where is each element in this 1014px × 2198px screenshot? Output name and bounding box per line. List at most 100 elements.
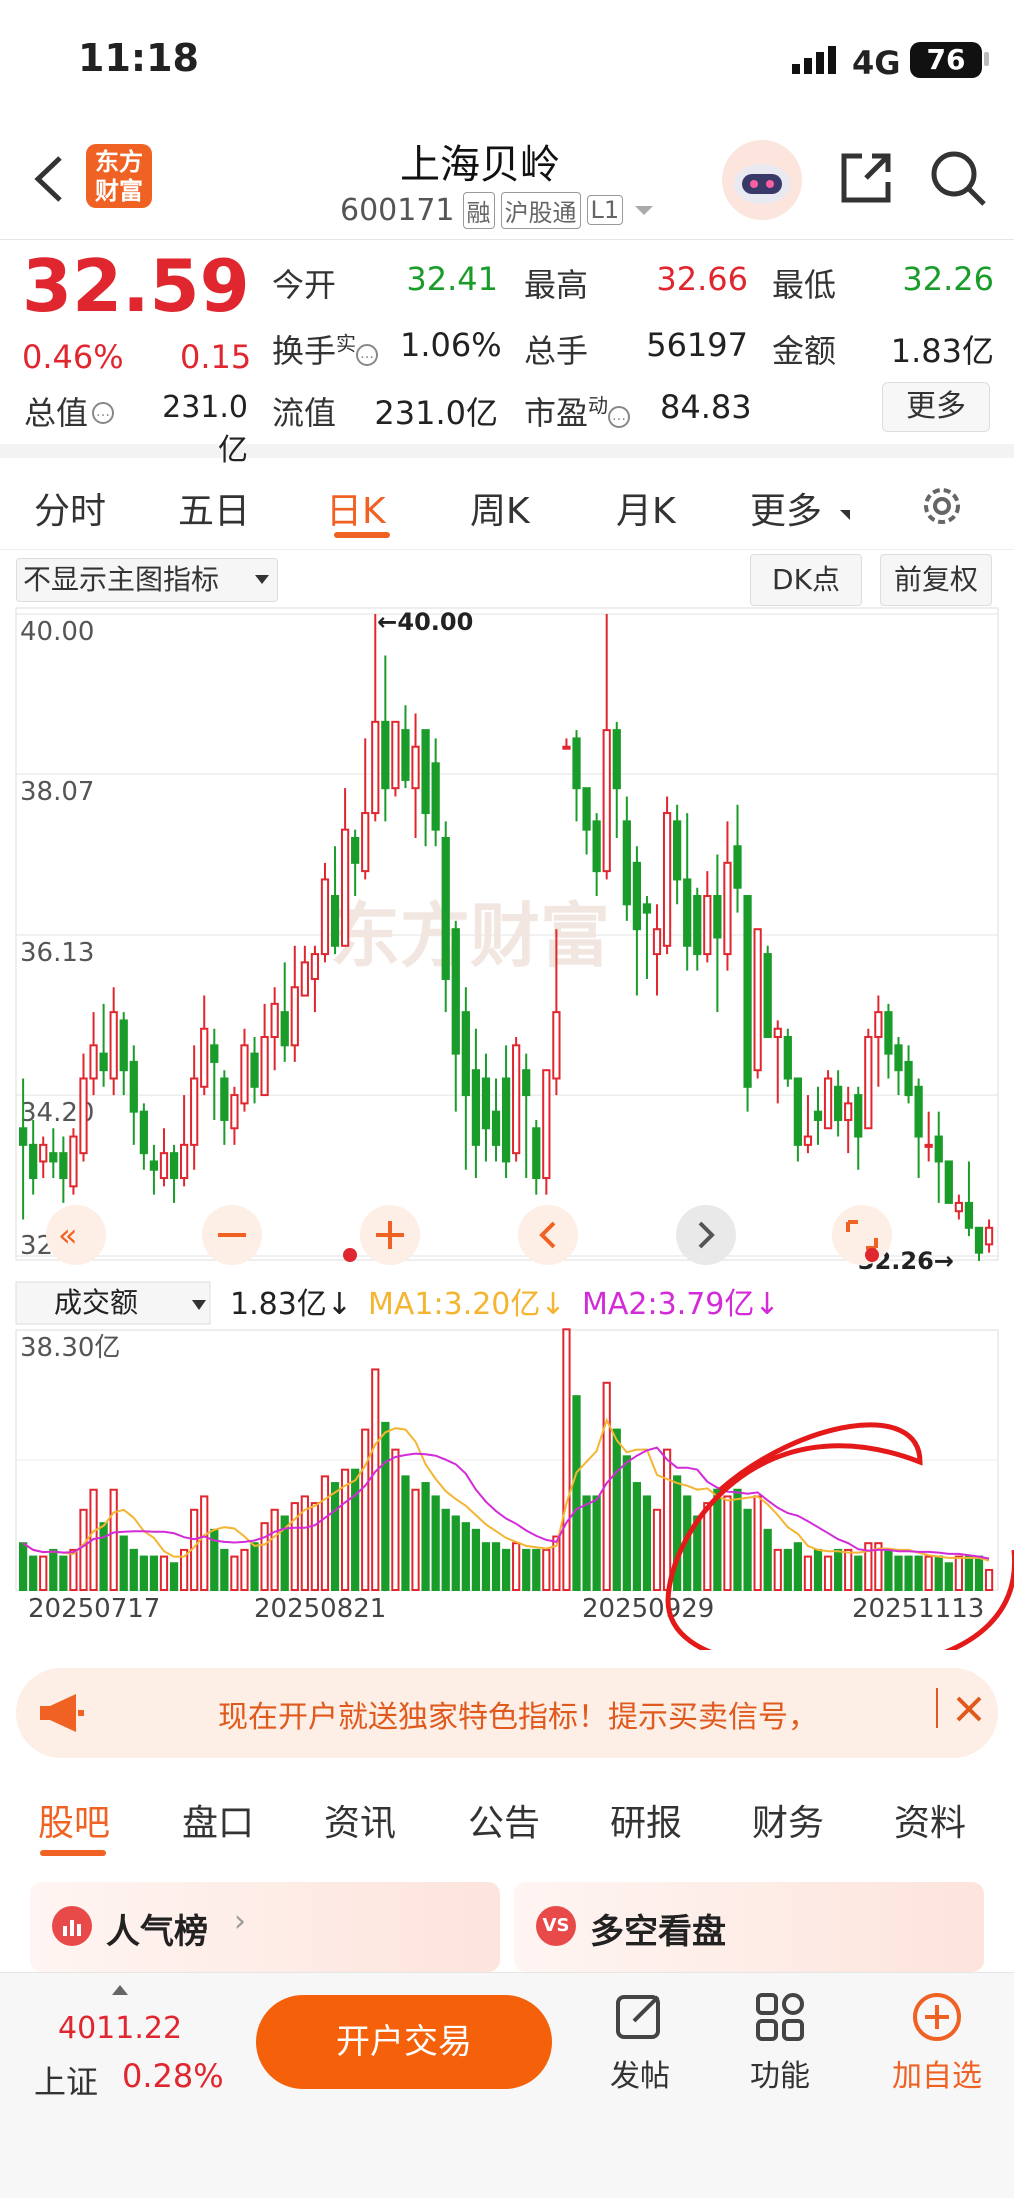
tab-more[interactable]: 更多 (750, 482, 822, 534)
candle-body (169, 1152, 179, 1180)
chart-area: 不显示主图指标 DK点 前复权 东方财富 40.00 38.07 36.13 34.2… (0, 550, 1014, 1650)
add-watchlist-button[interactable]: 加自选 (872, 1991, 1002, 2101)
candle-body (481, 1077, 491, 1130)
volume-bar (582, 1495, 591, 1591)
bull-bear-card[interactable]: VS 多空看盘 (514, 1882, 984, 1972)
index-name: 上证 (34, 2063, 99, 2101)
candle-body (572, 737, 581, 790)
zoom-in-button[interactable] (360, 1205, 420, 1265)
candle-body (240, 1044, 249, 1105)
volume-bar (542, 1548, 551, 1592)
candle-body (89, 1044, 98, 1080)
volume-bar (109, 1488, 118, 1591)
settings-gear-icon[interactable] (918, 482, 966, 530)
promo-banner[interactable]: 现在开户就送独家特色指标！提示买卖信号， (16, 1668, 998, 1758)
volume-bar (320, 1475, 330, 1591)
candle-body (743, 895, 752, 1088)
x-date-3: 20250929 (582, 1594, 714, 1624)
candle-body (119, 1019, 128, 1072)
bottom-bar: 4011.22 上证 0.28% 开户交易 发帖 功能 加自选 (0, 1972, 1014, 2198)
close-icon[interactable] (954, 1694, 984, 1724)
functions-button[interactable]: 功能 (720, 1991, 840, 2101)
volume-bar (310, 1502, 320, 1592)
volume-value: 56197 (646, 326, 748, 364)
tab-intraday[interactable]: 分时 (34, 482, 106, 534)
volume-bar (99, 1522, 108, 1591)
volume-bar (642, 1495, 652, 1591)
candle-body (501, 1077, 511, 1163)
volume-selector[interactable]: 成交额 (54, 1286, 138, 1319)
tab-research[interactable]: 研报 (610, 1794, 682, 1846)
volume-ma1: MA1:3.20亿↓ (368, 1287, 566, 1322)
svg-text:«: « (58, 1216, 78, 1254)
tab-announcements[interactable]: 公告 (468, 1794, 540, 1846)
candle-body (270, 1002, 279, 1039)
search-icon[interactable] (928, 148, 988, 208)
candle-body (260, 1036, 269, 1097)
grid-icon (754, 1991, 806, 2043)
tab-profile[interactable]: 资料 (894, 1794, 966, 1846)
expand-chart-button[interactable] (832, 1205, 892, 1265)
volume-bar (612, 1428, 621, 1592)
share-icon[interactable] (836, 148, 896, 208)
stock-code-row[interactable]: 600171 融 沪股通 L1 (340, 190, 654, 230)
post-button[interactable]: 发帖 (580, 1991, 700, 2101)
volume-bar (491, 1542, 501, 1591)
candle-body (662, 812, 672, 947)
candle-body (723, 861, 732, 956)
stock-code: 600171 (340, 192, 455, 228)
tab-five-day[interactable]: 五日 (178, 482, 250, 534)
volume-bar (652, 1508, 662, 1592)
total-mv-label: 总值… (24, 388, 115, 434)
volume-label: 总手 (524, 332, 589, 370)
volume-bar (622, 1455, 631, 1591)
scroll-left-fast-button[interactable]: « (46, 1205, 106, 1265)
candle-body (924, 1143, 933, 1148)
back-icon[interactable] (30, 154, 70, 204)
vs-icon: VS (536, 1906, 576, 1946)
popularity-card[interactable]: 人气榜 › (30, 1882, 500, 1972)
kline-chart[interactable]: 东方财富 40.0038.0736.1334.2032.26 ←40.00 32… (0, 550, 1014, 1650)
candle-body (109, 1011, 118, 1080)
tab-handicap[interactable]: 盘口 (182, 1794, 254, 1846)
tab-daily-k[interactable]: 日K (326, 482, 386, 534)
volume-bar (743, 1508, 752, 1592)
volume-bar (753, 1495, 762, 1591)
change-amount: 0.15 (180, 338, 252, 376)
volume-bar (220, 1548, 229, 1592)
candle-body (220, 1077, 229, 1121)
battery-tip (984, 52, 989, 66)
tab-weekly-k[interactable]: 周K (470, 482, 530, 534)
volume-bar (79, 1508, 88, 1592)
tab-finance[interactable]: 财务 (752, 1794, 824, 1846)
volume-bar (632, 1482, 642, 1591)
open-account-button[interactable]: 开户交易 (256, 1995, 552, 2089)
candle-body (471, 1069, 481, 1146)
tab-news[interactable]: 资讯 (324, 1794, 396, 1846)
info-icon[interactable]: … (92, 402, 115, 424)
candle-body (330, 895, 340, 947)
volume-bar (471, 1528, 481, 1591)
volume-bar (964, 1555, 974, 1592)
info-icon[interactable]: … (356, 344, 379, 366)
zoom-out-button[interactable] (202, 1205, 262, 1265)
quote-panel: 32.59 0.46% 0.15 今开 32.41 最高 32.66 最低 32… (0, 240, 1014, 468)
candle-body (200, 1027, 209, 1088)
candle-body (622, 820, 631, 906)
volume-bar (904, 1555, 913, 1592)
logo-line2: 财富 (95, 177, 143, 205)
scroll-left-button[interactable] (518, 1205, 578, 1265)
scroll-right-button[interactable] (676, 1205, 736, 1265)
more-button[interactable]: 更多 (882, 382, 990, 432)
robot-avatar-icon[interactable] (722, 140, 802, 220)
post-label: 发帖 (610, 2059, 670, 2094)
tab-monthly-k[interactable]: 月K (616, 482, 676, 534)
tab-guba[interactable]: 股吧 (38, 1794, 110, 1846)
info-icon[interactable]: … (608, 406, 631, 428)
battery-icon: 76 (910, 42, 982, 78)
volume-bar (723, 1495, 732, 1591)
active-tab-underline (334, 532, 390, 538)
volume-bar (39, 1555, 48, 1592)
high-label: 最高 (524, 266, 589, 304)
volume-bar (481, 1542, 491, 1591)
